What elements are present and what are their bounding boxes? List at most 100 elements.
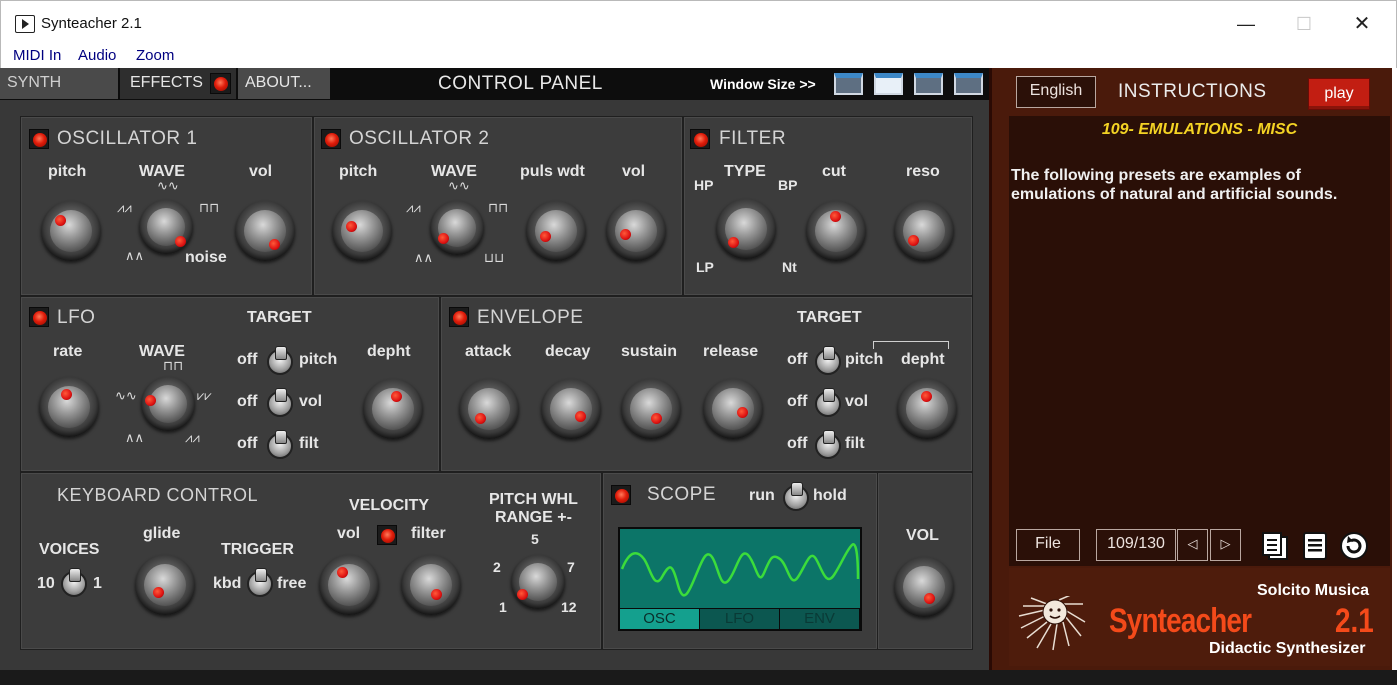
preset-counter: 109/130: [1096, 529, 1176, 561]
lfo-rate-knob[interactable]: [39, 377, 99, 437]
osc1-title: OSCILLATOR 1: [57, 128, 198, 149]
menu-audio[interactable]: Audio: [78, 47, 116, 64]
envelope-release-label: release: [703, 343, 759, 360]
scope-title: SCOPE: [647, 484, 717, 505]
velocity-led-icon[interactable]: [377, 525, 397, 545]
knob-indicator: [620, 229, 631, 240]
osc1-pitch-knob[interactable]: [41, 201, 101, 261]
language-button[interactable]: English: [1016, 76, 1096, 108]
env-vol-toggle[interactable]: [815, 388, 841, 417]
lfo-filt-toggle[interactable]: [267, 430, 293, 459]
trigger-toggle[interactable]: [247, 568, 273, 597]
osc1-led-icon[interactable]: [29, 129, 49, 149]
triangle-wave-icon: ∧∧: [125, 431, 145, 446]
voices-label: VOICES: [39, 541, 100, 558]
close-button[interactable]: ✕: [1339, 9, 1385, 39]
velocity-vol-label: vol: [337, 525, 361, 542]
scope-tab-lfo[interactable]: LFO: [700, 609, 780, 629]
envelope-decay-knob[interactable]: [541, 379, 601, 439]
window-size-3-button[interactable]: [914, 73, 943, 95]
lfo-vol-toggle[interactable]: [267, 388, 293, 417]
window-size-2-button[interactable]: [874, 73, 903, 95]
envelope-attack-knob[interactable]: [459, 379, 519, 439]
trigger-kbd-label: kbd: [213, 575, 242, 592]
envelope-depth-knob[interactable]: [897, 379, 957, 439]
scope-tab-osc[interactable]: OSC: [620, 609, 700, 629]
tab-about[interactable]: ABOUT...: [238, 68, 330, 99]
scope-run-hold-toggle[interactable]: [783, 482, 809, 511]
minimize-button[interactable]: —: [1223, 9, 1269, 39]
instructions-body: 109- EMULATIONS - MISC The following pre…: [1009, 116, 1390, 528]
envelope-title: ENVELOPE: [477, 307, 584, 328]
instructions-title: INSTRUCTIONS: [1118, 81, 1267, 102]
keyboard-control-panel: KEYBOARD CONTROL VOICES 10 1 glide TRIGG…: [20, 472, 602, 650]
voices-toggle[interactable]: [61, 568, 87, 597]
lfo-led-icon[interactable]: [29, 307, 49, 327]
window-size-1-button[interactable]: [834, 73, 863, 95]
depth-bracket: [873, 341, 949, 349]
synth-area: SYNTH EFFECTS ABOUT... CONTROL PANEL Win…: [0, 68, 989, 670]
knob-indicator: [438, 233, 449, 244]
osc2-puls-label: puls wdt: [520, 163, 585, 180]
knob-indicator: [830, 211, 841, 222]
maximize-button[interactable]: ☐: [1281, 9, 1327, 39]
menu-zoom[interactable]: Zoom: [136, 47, 174, 64]
osc2-led-icon[interactable]: [321, 129, 341, 149]
reset-icon[interactable]: [1339, 531, 1369, 561]
glide-knob[interactable]: [135, 555, 195, 615]
saw-wave-icon: ⩘⩘: [117, 201, 132, 216]
filter-reso-knob[interactable]: [894, 201, 954, 261]
master-vol-knob[interactable]: [894, 557, 954, 617]
envelope-led-icon[interactable]: [449, 307, 469, 327]
knob-indicator: [475, 413, 486, 424]
lfo-wave-knob[interactable]: [141, 377, 195, 431]
scope-led-icon[interactable]: [611, 485, 631, 505]
effects-led-icon[interactable]: [210, 73, 231, 94]
osc2-vol-knob[interactable]: [606, 201, 666, 261]
document-icon[interactable]: [1300, 531, 1330, 561]
lfo-pitch-off-label: off: [237, 351, 258, 368]
copy-icon[interactable]: [1260, 531, 1290, 561]
osc1-wave-knob[interactable]: [139, 200, 193, 254]
prev-preset-button[interactable]: ◁: [1177, 529, 1208, 561]
file-button[interactable]: File: [1016, 529, 1080, 561]
pitch-range-label: RANGE +-: [495, 509, 572, 526]
trigger-label: TRIGGER: [221, 541, 294, 558]
voices-hi-label: 1: [93, 575, 102, 592]
tab-effects[interactable]: EFFECTS: [120, 68, 236, 99]
osc1-vol-knob[interactable]: [235, 201, 295, 261]
osc2-puls-knob[interactable]: [526, 201, 586, 261]
oscillator-1-panel: OSCILLATOR 1 pitch WAVE vol ∿∿ ⩘⩘ ⊓⊓ ∧∧ …: [20, 116, 313, 296]
lfo-pitch-toggle[interactable]: [267, 346, 293, 375]
next-preset-button[interactable]: ▷: [1210, 529, 1241, 561]
osc2-pitch-label: pitch: [339, 163, 378, 180]
lfo-vol-label: vol: [299, 393, 323, 410]
velocity-vol-knob[interactable]: [319, 555, 379, 615]
env-filt-toggle[interactable]: [815, 430, 841, 459]
lfo-depth-knob[interactable]: [363, 379, 423, 439]
play-button[interactable]: play: [1308, 78, 1370, 110]
velocity-label: VELOCITY: [349, 497, 430, 514]
filter-led-icon[interactable]: [690, 129, 710, 149]
envelope-release-knob[interactable]: [703, 379, 763, 439]
osc2-wave-knob[interactable]: [430, 201, 484, 255]
env-pitch-toggle[interactable]: [815, 346, 841, 375]
window-size-4-button[interactable]: [954, 73, 983, 95]
velocity-filter-knob[interactable]: [401, 555, 461, 615]
menu-midi-in[interactable]: MIDI In: [13, 47, 61, 64]
knob-indicator: [575, 411, 586, 422]
scope-tab-env[interactable]: ENV: [780, 609, 860, 629]
osc2-pitch-knob[interactable]: [332, 201, 392, 261]
keyboard-title: KEYBOARD CONTROL: [57, 485, 259, 505]
env-filt-label: filt: [845, 435, 865, 452]
knob-indicator: [391, 391, 402, 402]
pitch-range-knob[interactable]: [511, 555, 565, 609]
app-icon: [15, 15, 35, 33]
filter-type-knob[interactable]: [716, 199, 776, 259]
sine-wave-icon: ∿∿: [157, 179, 179, 194]
filter-hp-label: HP: [694, 177, 714, 193]
filter-cut-knob[interactable]: [806, 201, 866, 261]
filter-nt-label: Nt: [782, 259, 797, 275]
tab-synth[interactable]: SYNTH: [0, 68, 118, 99]
envelope-sustain-knob[interactable]: [621, 379, 681, 439]
